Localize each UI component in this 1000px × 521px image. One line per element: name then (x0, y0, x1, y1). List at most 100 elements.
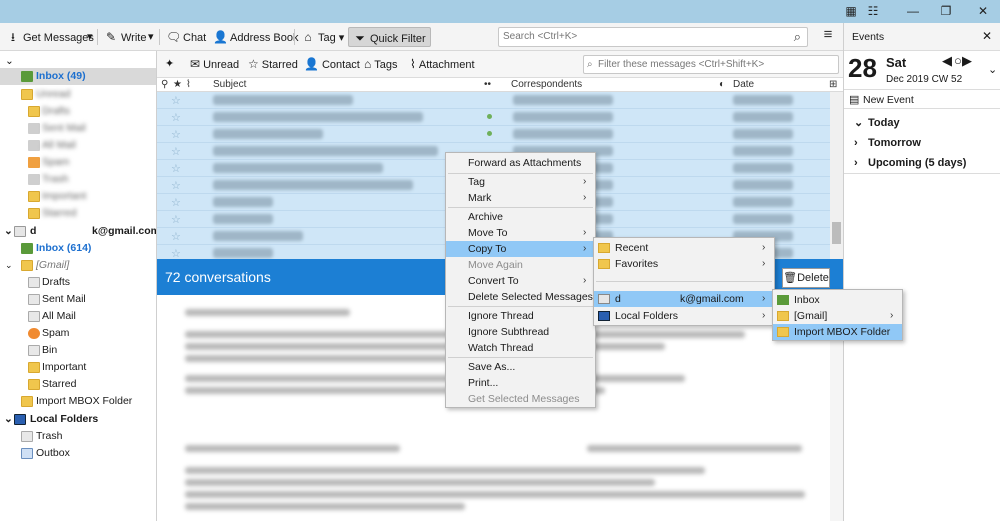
write-button[interactable]: ✎ Write (104, 27, 147, 47)
menu-item-save-as[interactable]: Save As... (446, 359, 595, 375)
submenu-item-gmail-account[interactable]: d k@gmail.com › (594, 291, 774, 307)
filter-unread-button[interactable]: ✉ Unread (190, 57, 239, 71)
menu-item-ignore-subthread[interactable]: Ignore Subthread (446, 324, 595, 340)
menu-item-ignore-thread[interactable]: Ignore Thread (446, 308, 595, 324)
junk-column-icon[interactable]: ◐ (719, 79, 725, 90)
filter-starred-button[interactable]: ☆ Starred (248, 57, 298, 71)
column-picker-icon[interactable]: ⊞ (829, 79, 837, 90)
table-row[interactable]: ☆ (157, 109, 830, 126)
subject-column[interactable]: Subject (213, 79, 246, 90)
menu-item-archive[interactable]: Archive (446, 209, 595, 225)
menu-icon[interactable]: ≡ (820, 27, 836, 43)
folder-blurred[interactable]: Important (0, 188, 156, 205)
folder-icon (28, 379, 40, 390)
filter-tags-button[interactable]: ⌂ Tags (364, 57, 398, 71)
folder-import-mbox[interactable]: Import MBOX Folder (0, 393, 156, 410)
folder-blurred[interactable]: Drafts (0, 103, 156, 120)
menu-item-watch-thread[interactable]: Watch Thread (446, 340, 595, 356)
menu-item-forward-attachments[interactable]: Forward as Attachments (446, 155, 595, 171)
filter-messages-input[interactable]: ⌕ Filter these messages <Ctrl+Shift+K> (583, 55, 839, 74)
quick-filter-bar: ✦ ✉ Unread ☆ Starred 👤 Contact ⌂ Tags ⌇ Attac… (157, 51, 843, 78)
read-column-icon[interactable]: •• (484, 79, 491, 90)
pin-icon[interactable]: ✦ (165, 57, 174, 70)
submenu-item-inbox[interactable]: Inbox (773, 292, 902, 308)
previous-day-icon[interactable]: ◀ (942, 53, 952, 69)
next-day-icon[interactable]: ▶ (962, 53, 972, 69)
events-upcoming[interactable]: › Upcoming (5 days) (844, 153, 1000, 173)
filter-icon: ⏷ (355, 31, 365, 45)
menu-item-move-to[interactable]: Move To › (446, 225, 595, 241)
tag-icon: ⌂ (304, 30, 312, 44)
folder-gmail[interactable]: ⌄ [Gmail] (0, 257, 156, 274)
folder-blurred[interactable]: All Mail (0, 137, 156, 154)
write-dropdown-icon[interactable]: ▾ (148, 27, 154, 47)
calendar-icon: ▤ (849, 94, 860, 106)
restore-icon[interactable]: ❐ (938, 3, 954, 19)
submenu-item-recent[interactable]: Recent › (594, 240, 774, 256)
address-book-button[interactable]: 👤 Address Book (213, 27, 298, 47)
menu-item-copy-to[interactable]: Copy To › (446, 241, 595, 257)
folder-icon (777, 327, 789, 337)
account-local-folders[interactable]: ⌄ Local Folders (0, 411, 156, 428)
folder-unread[interactable]: Unread (0, 86, 156, 103)
folder-inbox-unified[interactable]: Inbox (49) (0, 68, 156, 85)
thread-column-icon[interactable]: ⚲ (161, 79, 168, 90)
new-event-button[interactable]: ▤ New Event (844, 89, 1000, 109)
events-today[interactable]: ⌄ Today (844, 113, 1000, 133)
close-icon[interactable]: ✕ (975, 3, 991, 19)
chevron-down-icon[interactable]: ⌄ (988, 63, 997, 76)
folder-outbox[interactable]: Outbox (0, 445, 156, 462)
events-close-icon[interactable]: ✕ (982, 29, 992, 43)
tasks-icon[interactable]: ☷ (865, 3, 881, 19)
folder-all-mail[interactable]: All Mail (0, 308, 156, 325)
menu-item-convert-to[interactable]: Convert To › (446, 273, 595, 289)
get-messages-dropdown-icon[interactable]: ▾ (87, 27, 93, 47)
submenu-item-import-mbox[interactable]: Import MBOX Folder (773, 324, 902, 340)
folder-inbox[interactable]: Inbox (614) (0, 240, 156, 257)
submenu-item-local-folders[interactable]: Local Folders › (594, 308, 774, 324)
chat-button[interactable]: 🗨 Chat (166, 27, 206, 47)
folder-sent-mail[interactable]: Sent Mail (0, 291, 156, 308)
get-messages-button[interactable]: ⭳ Get Messages (6, 27, 94, 47)
folder-blurred[interactable]: Starred (0, 205, 156, 222)
table-row[interactable]: ☆ (157, 126, 830, 143)
filter-contact-button[interactable]: 👤 Contact (304, 57, 360, 71)
menu-item-get-selected[interactable]: Get Selected Messages (446, 391, 595, 407)
message-list-scrollbar[interactable] (830, 92, 843, 259)
filter-attachment-button[interactable]: ⌇ Attachment (410, 57, 475, 71)
folder-starred[interactable]: Starred (0, 376, 156, 393)
folder-spam[interactable]: Spam (0, 325, 156, 342)
table-row[interactable]: ☆ (157, 92, 830, 109)
delete-button[interactable]: 🗑Delete (782, 268, 830, 288)
date-column[interactable]: Date (733, 79, 754, 90)
tag-button[interactable]: ⌂ Tag ▾ (301, 27, 344, 47)
scrollbar-thumb[interactable] (832, 222, 841, 244)
search-input[interactable]: Search <Ctrl+K> ⌕ (498, 27, 808, 47)
account-gmail[interactable]: ⌄ d k@gmail.com (0, 223, 156, 240)
folder-blurred[interactable]: Sent Mail (0, 120, 156, 137)
submenu-item-favorites[interactable]: Favorites › (594, 256, 774, 272)
minimize-icon[interactable]: — (905, 3, 921, 19)
menu-item-tag[interactable]: Tag › (446, 174, 595, 190)
folder-pane: ⌄ Inbox (49) Unread Drafts Sent Mail All… (0, 51, 157, 521)
submenu-item-gmail[interactable]: [Gmail] › (773, 308, 902, 324)
calendar-icon[interactable]: ▦ (843, 3, 859, 19)
menu-item-mark[interactable]: Mark › (446, 190, 595, 206)
today-icon[interactable]: ○ (954, 53, 962, 68)
quick-filter-button[interactable]: ⏷ Quick Filter (348, 27, 431, 47)
folder-blurred[interactable]: Spam (0, 154, 156, 171)
menu-item-print[interactable]: Print... (446, 375, 595, 391)
folder-important[interactable]: Important (0, 359, 156, 376)
correspondents-column[interactable]: Correspondents (511, 79, 582, 90)
attachment-column-icon[interactable]: ⌇ (186, 79, 191, 90)
events-tomorrow[interactable]: › Tomorrow (844, 133, 1000, 153)
star-column-icon[interactable]: ★ (173, 79, 182, 90)
folder-bin[interactable]: Bin (0, 342, 156, 359)
folder-blurred[interactable]: Trash (0, 171, 156, 188)
menu-item-delete-selected[interactable]: Delete Selected Messages (446, 289, 595, 305)
folder-trash[interactable]: Trash (0, 428, 156, 445)
computer-icon (14, 414, 26, 425)
contact-icon: 👤 (304, 57, 319, 71)
folder-drafts[interactable]: Drafts (0, 274, 156, 291)
menu-item-move-again[interactable]: Move Again (446, 257, 595, 273)
